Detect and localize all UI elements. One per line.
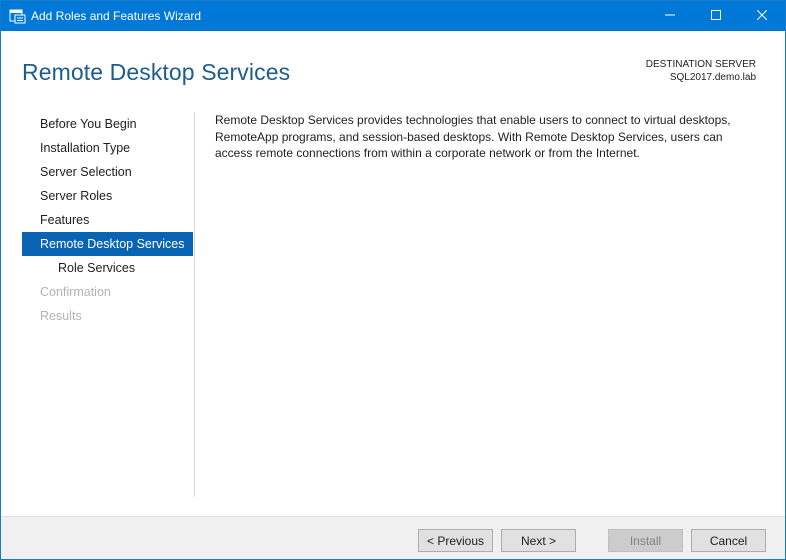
wizard-window: Add Roles and Features Wizard Remote Des… (0, 0, 786, 560)
nav-item-role-services[interactable]: Role Services (22, 256, 193, 280)
nav-item-server-selection[interactable]: Server Selection (22, 160, 193, 184)
page-title: Remote Desktop Services (22, 59, 291, 85)
previous-button[interactable]: < Previous (418, 529, 493, 552)
nav-divider (194, 112, 195, 497)
destination-server-name: SQL2017.demo.lab (669, 72, 756, 83)
close-icon (756, 7, 768, 25)
minimize-icon (665, 7, 675, 25)
maximize-icon (711, 7, 721, 25)
window-title: Add Roles and Features Wizard (31, 9, 202, 23)
nav-item-server-roles[interactable]: Server Roles (22, 184, 193, 208)
close-button[interactable] (739, 1, 785, 31)
install-button: Install (608, 529, 683, 552)
destination-server-info: DESTINATION SERVER SQL2017.demo.lab (646, 58, 756, 84)
nav-item-features[interactable]: Features (22, 208, 193, 232)
description-text: Remote Desktop Services provides technol… (215, 113, 731, 160)
nav-item-before-you-begin[interactable]: Before You Begin (22, 112, 193, 136)
nav-item-results: Results (40, 309, 82, 323)
destination-label: DESTINATION SERVER (645, 59, 756, 70)
nav-item-installation-type[interactable]: Installation Type (22, 136, 193, 160)
server-manager-icon (9, 8, 26, 24)
maximize-button[interactable] (693, 1, 739, 31)
minimize-button[interactable] (647, 1, 693, 31)
cancel-button[interactable]: Cancel (691, 529, 766, 552)
wizard-nav: Before You Begin Installation Type Serve… (22, 112, 193, 328)
wizard-footer: < Previous Next > Install Cancel (1, 516, 785, 559)
next-button[interactable]: Next > (501, 529, 576, 552)
title-bar[interactable]: Add Roles and Features Wizard (1, 1, 785, 31)
nav-item-remote-desktop-services[interactable]: Remote Desktop Services (22, 232, 193, 256)
nav-item-confirmation: Confirmation (40, 285, 111, 299)
